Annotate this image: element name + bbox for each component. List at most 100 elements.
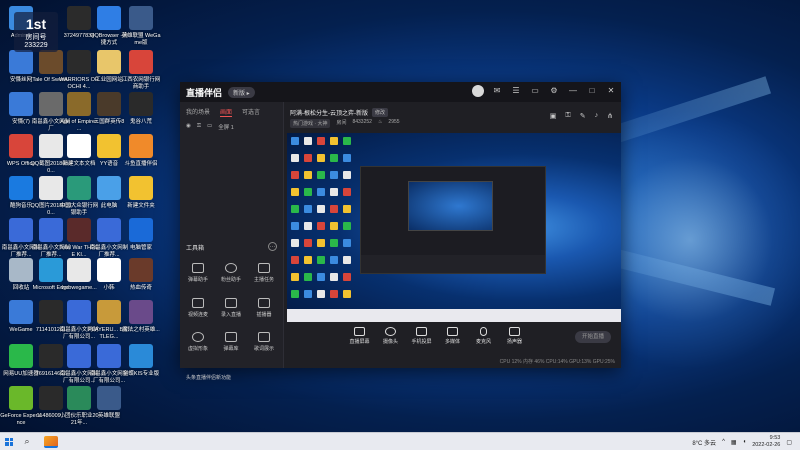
preview-icon	[291, 290, 299, 298]
volume-icon[interactable]: ◖	[743, 439, 747, 445]
room-tag[interactable]: 热门游戏 · 大神	[290, 119, 331, 128]
tool-label: 视频连麦	[187, 312, 208, 318]
microphone-button[interactable]: 麦克风	[470, 327, 497, 345]
tool-virtual-avatar[interactable]: 虚拟形象	[182, 332, 214, 352]
maximize-icon[interactable]: □	[586, 85, 598, 97]
edit-icon[interactable]: ✎	[580, 112, 586, 120]
preview-icon	[304, 239, 312, 247]
clock[interactable]: 9:53 2022-02-26	[752, 435, 780, 449]
desktop-icon-label: 英雄联盟 WeGame版	[121, 33, 161, 46]
room-tools: ▣ ⚿ ✎ ♪ ⋔	[550, 112, 613, 120]
more-icon[interactable]: …	[268, 242, 277, 251]
preview-icon	[304, 137, 312, 145]
lock-icon[interactable]: ⚿	[197, 123, 201, 131]
camera-button[interactable]: 摄像头	[377, 327, 404, 345]
live-studio-window: 直播伴侣 新版 ▸ ✉ ☰ ▭ ⚙ — □ ✕ 我的场景 画面 可选言 ◉ ⚿	[180, 82, 621, 381]
preview-icon	[317, 222, 325, 230]
settings-icon[interactable]: ⚙	[548, 85, 560, 97]
lock-icon[interactable]: ⚿	[565, 112, 570, 120]
tab-optional[interactable]: 可选言	[242, 107, 260, 117]
share-icon[interactable]: ⋔	[607, 112, 613, 120]
weather-text[interactable]: 8°C 多云	[692, 438, 716, 447]
task-icon	[258, 263, 270, 273]
taskbar-app-live-studio[interactable]	[44, 435, 58, 448]
desktop-icon-label: 酷狗音乐	[9, 203, 32, 209]
preview-icon	[330, 137, 338, 145]
tool-video-link[interactable]: 视频连麦	[182, 298, 214, 318]
tool-danmu-library[interactable]: 弹幕库	[215, 332, 247, 352]
preview-icon	[343, 188, 351, 196]
screen-capture-button[interactable]: 直播屏幕	[346, 327, 373, 345]
desktop-icon-label: 金蝶KIS专业版	[122, 371, 160, 377]
preview-icon	[304, 273, 312, 281]
desktop-icon[interactable]: 魔法之村英雄...	[120, 300, 162, 334]
preview-icon	[330, 188, 338, 196]
camera-icon	[385, 327, 396, 336]
tool-anchor-tasks[interactable]: 主播任务	[248, 263, 280, 283]
desktop-icon[interactable]: 江西农网银行网商助手	[120, 50, 162, 91]
app-icon	[97, 134, 121, 158]
preview-nested-inner	[408, 181, 493, 231]
preview-icon	[343, 290, 351, 298]
preview-icon	[304, 171, 312, 179]
avatar[interactable]	[472, 85, 484, 97]
preview-icon	[317, 171, 325, 179]
scene-row[interactable]: ◉ ⚿ ▭ 全屏 1	[180, 120, 283, 134]
desktop-icon-label: 热血传奇	[129, 285, 152, 291]
desktop-icon[interactable]: 鬼谷八荒	[120, 92, 162, 126]
mail-icon[interactable]: ▭	[529, 85, 541, 97]
speaker-button[interactable]: 扬声器	[501, 327, 528, 345]
room-title: 阿满-根松分生-云顶之弈-新版	[290, 111, 368, 117]
tab-my-scenes[interactable]: 我的场景	[186, 107, 210, 117]
scene-label: 全屏 1	[218, 125, 234, 131]
desktop-icon[interactable]: 斗鱼直播伴侣	[120, 134, 162, 168]
desktop-icon[interactable]: 热血传奇	[120, 258, 162, 292]
tool-fans-assistant[interactable]: 粉丝助手	[215, 263, 247, 283]
eye-icon[interactable]: ◉	[186, 123, 191, 131]
version-badge[interactable]: 新版 ▸	[228, 86, 255, 98]
tool-label: 弹幕助手	[187, 277, 208, 283]
desktop-icon[interactable]: 新建文件夹	[120, 176, 162, 210]
badge-line-3: 233229	[24, 42, 48, 49]
button-label: 麦克风	[475, 339, 491, 345]
network-icon[interactable]: ▦	[731, 439, 737, 446]
room-id-label: 房间	[336, 120, 347, 126]
preview-icon	[291, 256, 299, 264]
room-id: 8433252	[352, 119, 372, 125]
room-meta: 热门游戏 · 大神 房间 8433252 ♨ 2955	[290, 119, 400, 128]
message-icon[interactable]: ✉	[491, 85, 503, 97]
desktop-icon[interactable]: 电脑管家	[120, 218, 162, 252]
edit-title-button[interactable]: 修改	[372, 108, 389, 117]
media-button[interactable]: 多媒体	[439, 327, 466, 345]
titlebar-controls: ✉ ☰ ▭ ⚙ — □ ✕	[472, 85, 617, 97]
tab-screen[interactable]: 画面	[220, 107, 233, 117]
search-icon[interactable]: ⌕	[18, 436, 36, 447]
app-icon	[129, 176, 153, 200]
notification-icon[interactable]: ▢	[786, 439, 792, 446]
danmu-icon	[192, 263, 204, 273]
phone-cast-button[interactable]: 手机投屏	[408, 327, 435, 345]
desktop-icon[interactable]: 英雄联盟	[88, 386, 130, 420]
desktop-icon[interactable]: 英雄联盟 WeGame版	[120, 6, 162, 47]
tool-danmu-assistant[interactable]: 弹幕助手	[182, 263, 214, 283]
bell-icon[interactable]: ♪	[595, 112, 599, 120]
button-label: 摄像头	[382, 339, 398, 345]
gift-icon[interactable]: ▣	[550, 112, 557, 120]
start-button[interactable]	[0, 433, 18, 450]
status-bar: CPU 12% 内存 46% CPU:14% GPU:13% GPU:25%	[499, 359, 615, 365]
start-live-button[interactable]: 开始直播	[575, 331, 611, 343]
stream-preview[interactable]	[287, 133, 621, 322]
bottom-notice[interactable]: 头条直播伴侣新功能	[186, 374, 231, 381]
preview-icon	[317, 137, 325, 145]
tool-record-live[interactable]: 录入直播	[215, 298, 247, 318]
close-icon[interactable]: ✕	[605, 85, 617, 97]
tool-lyrics[interactable]: 歌词展示	[248, 332, 280, 352]
phone-icon	[416, 327, 427, 336]
tool-insert-player[interactable]: 插播器	[248, 298, 280, 318]
chat-icon[interactable]: ☰	[510, 85, 522, 97]
chevron-up-icon[interactable]: ^	[722, 439, 725, 445]
window-titlebar: 直播伴侣 新版 ▸ ✉ ☰ ▭ ⚙ — □ ✕	[180, 82, 621, 102]
preview-icon	[330, 205, 338, 213]
minimize-icon[interactable]: —	[567, 85, 579, 97]
desktop-icon[interactable]: 金蝶KIS专业版	[120, 344, 162, 378]
